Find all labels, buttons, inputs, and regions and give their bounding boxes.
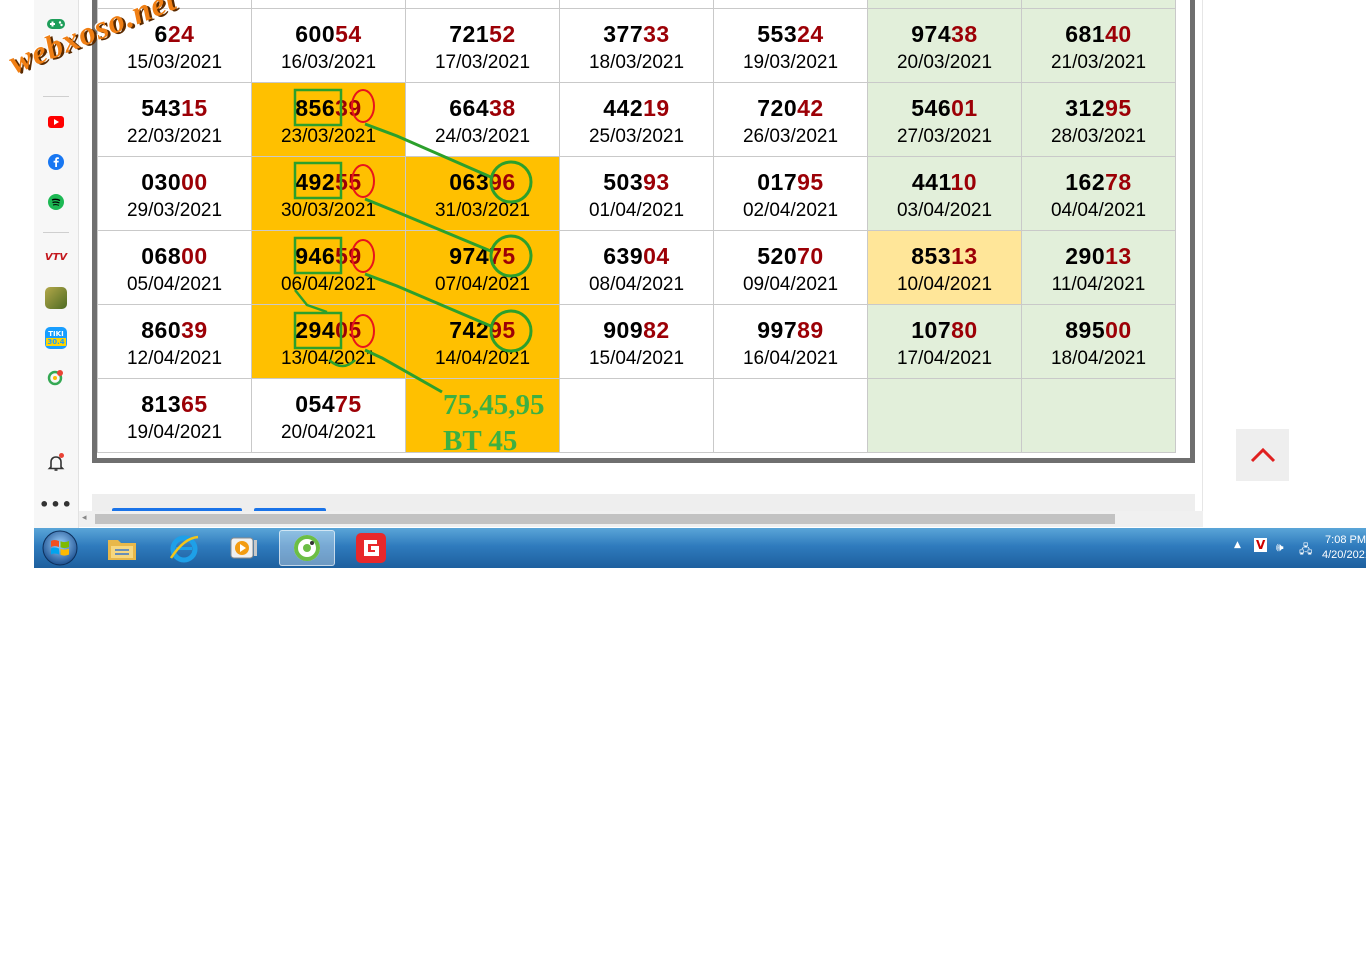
- scroll-left-arrow[interactable]: ◂: [82, 512, 87, 523]
- clock-date: 4/20/2021: [1322, 549, 1366, 561]
- internet-explorer-icon: [169, 535, 199, 563]
- scroll-to-top-button[interactable]: [1236, 429, 1289, 481]
- highlight-box: [293, 161, 343, 200]
- green-connector: [294, 289, 328, 314]
- green-connector: [364, 348, 443, 394]
- spotify-icon[interactable]: [45, 191, 67, 213]
- annotation-markings: [293, 88, 533, 394]
- page-footer-strip: [92, 494, 1195, 511]
- notification-bell-icon[interactable]: [45, 452, 67, 474]
- clock-time: 7:08 PM: [1325, 534, 1366, 546]
- taskbar-media-player[interactable]: [216, 530, 272, 566]
- sidebar-divider: [43, 96, 69, 97]
- media-player-icon: [230, 537, 257, 559]
- horizontal-scrollbar[interactable]: ◂: [79, 511, 1203, 527]
- annotation-bt: BT 45: [443, 425, 517, 457]
- unikey-icon[interactable]: V: [1254, 538, 1268, 552]
- scrollbar-thumb[interactable]: [95, 514, 1115, 524]
- green-connector: [364, 272, 494, 329]
- system-tray: ▲ V 🕪 🖧 7:08 PM 4/20/2021: [1206, 528, 1366, 568]
- network-icon[interactable]: 🖧: [1299, 540, 1312, 561]
- green-connector: [328, 359, 356, 368]
- folder-icon: [108, 540, 136, 560]
- taskbar-file-explorer[interactable]: [94, 530, 150, 566]
- location-icon[interactable]: [45, 367, 67, 389]
- highlight-box: [293, 311, 343, 350]
- browser-sidebar: VTV TIKI 30.4 •••: [34, 0, 112, 528]
- show-hidden-icons-icon[interactable]: ▲: [1234, 540, 1241, 550]
- page-divider: [1202, 0, 1203, 512]
- red-circle: [351, 164, 375, 198]
- annotation-numbers: 75,45,95: [443, 389, 545, 421]
- windows-logo-icon: [42, 530, 78, 566]
- sidebar-divider: [43, 232, 69, 233]
- coccoc-icon: [294, 535, 320, 561]
- highlight-box: [293, 236, 343, 275]
- chevron-up-icon: [1250, 447, 1275, 463]
- green-connector: [364, 122, 494, 180]
- taskbar-garena[interactable]: [343, 530, 399, 566]
- garena-icon: [356, 533, 386, 563]
- taskbar-coccoc-browser[interactable]: [279, 530, 335, 566]
- red-circle: [351, 314, 375, 348]
- tiki-icon[interactable]: TIKI 30.4: [45, 327, 67, 349]
- green-circle: [489, 160, 533, 204]
- green-circle: [489, 234, 533, 278]
- windows-taskbar: ▲ V 🕪 🖧 7:08 PM 4/20/2021: [34, 528, 1366, 568]
- vtv-go-icon[interactable]: VTV: [45, 246, 67, 268]
- green-circle: [489, 309, 533, 353]
- annotation-overlay: 75,45,95 BT 45: [293, 88, 545, 457]
- game-avatar-icon[interactable]: [45, 287, 67, 309]
- red-circle: [351, 239, 375, 273]
- more-icon[interactable]: •••: [39, 493, 72, 515]
- facebook-icon[interactable]: [45, 151, 67, 173]
- volume-icon[interactable]: 🕪: [1276, 540, 1284, 555]
- start-button[interactable]: [40, 529, 80, 567]
- taskbar-internet-explorer[interactable]: [156, 530, 212, 566]
- green-connector: [364, 197, 494, 254]
- results-table: 624 15/03/2021 60054 16/03/2021 72152 17/03/2…: [92, 0, 1195, 463]
- taskbar-clock[interactable]: 7:08 PM 4/20/2021: [1322, 533, 1366, 563]
- red-circle: [351, 89, 375, 123]
- highlight-box: [293, 88, 343, 127]
- youtube-icon[interactable]: [45, 111, 67, 133]
